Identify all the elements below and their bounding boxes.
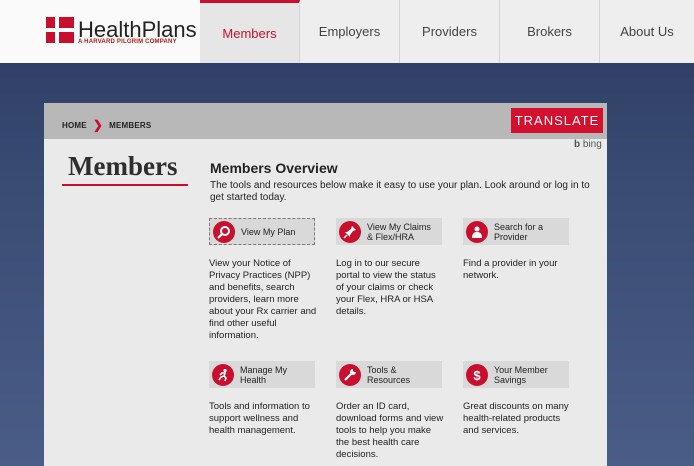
nav-brokers[interactable]: Brokers: [500, 0, 600, 63]
healthplans-logo-icon: [46, 17, 74, 43]
title-underline: [62, 184, 188, 186]
tile-label: View My Claims & Flex/HRA: [367, 221, 431, 242]
nav-employers[interactable]: Employers: [300, 0, 400, 63]
nav-about-us[interactable]: About Us: [600, 0, 694, 63]
bing-icon: b: [574, 139, 581, 150]
view-my-plan-button[interactable]: View My Plan: [209, 218, 315, 245]
nav-providers[interactable]: Providers: [400, 0, 500, 63]
search-for-provider-description: Find a provider in your network.: [463, 258, 558, 281]
page-title: Members: [68, 151, 178, 181]
view-my-claims-button[interactable]: View My Claims & Flex/HRA: [336, 218, 442, 245]
breadcrumb: HOME ❯ MEMBERS: [62, 117, 152, 132]
chevron-right-icon: ❯: [92, 118, 104, 132]
breadcrumb-home[interactable]: HOME: [62, 121, 87, 130]
bing-attribution[interactable]: b bing: [574, 139, 602, 150]
brand-tagline: A HARVARD PILGRIM COMPANY: [78, 39, 177, 45]
tools-resources-button[interactable]: Tools & Resources: [336, 361, 442, 388]
member-savings-button[interactable]: $ Your Member Savings: [463, 361, 569, 388]
tile-label: Manage My Health: [240, 364, 288, 385]
manage-my-health-button[interactable]: Manage My Health: [209, 361, 315, 388]
overview-text: The tools and resources below make it ea…: [210, 180, 590, 203]
search-icon: [213, 220, 235, 243]
bing-label: bing: [582, 139, 602, 150]
svg-text:$: $: [473, 368, 481, 382]
brand-logo[interactable]: HealthPlans A HARVARD PILGRIM COMPANY: [0, 0, 201, 63]
tile-label: View My Plan: [241, 226, 296, 237]
member-savings-description: Great discounts on many health-related p…: [463, 401, 569, 436]
members-content-panel: HOME ❯ MEMBERS TRANSLATE b bing Members Me…: [44, 103, 607, 466]
overview-heading: Members Overview: [210, 160, 338, 176]
tile-label: Search for a Provider: [494, 221, 544, 242]
translate-button[interactable]: TRANSLATE: [511, 108, 603, 133]
top-navigation-bar: HealthPlans A HARVARD PILGRIM COMPANY Me…: [0, 0, 694, 63]
pin-icon: [339, 220, 361, 243]
manage-my-health-description: Tools and information to support wellnes…: [209, 401, 310, 436]
wrench-icon: [339, 363, 361, 386]
tile-label: Tools & Resources: [367, 364, 411, 385]
tile-label: Your Member Savings: [494, 364, 548, 385]
runner-icon: [212, 363, 234, 386]
view-my-claims-description: Log in to our secure portal to view the …: [336, 258, 436, 317]
breadcrumb-current: MEMBERS: [109, 121, 152, 130]
tools-resources-description: Order an ID card, download forms and vie…: [336, 401, 444, 460]
view-my-plan-description: View your Notice of Privacy Practices (N…: [209, 258, 317, 341]
dollar-icon: $: [466, 363, 488, 386]
breadcrumb-bar: HOME ❯ MEMBERS TRANSLATE: [44, 103, 607, 139]
nav-members[interactable]: Members: [200, 0, 300, 63]
main-nav: Members Employers Providers Brokers Abou…: [200, 0, 694, 63]
search-for-provider-button[interactable]: Search for a Provider: [463, 218, 569, 245]
doctor-icon: [466, 220, 488, 243]
